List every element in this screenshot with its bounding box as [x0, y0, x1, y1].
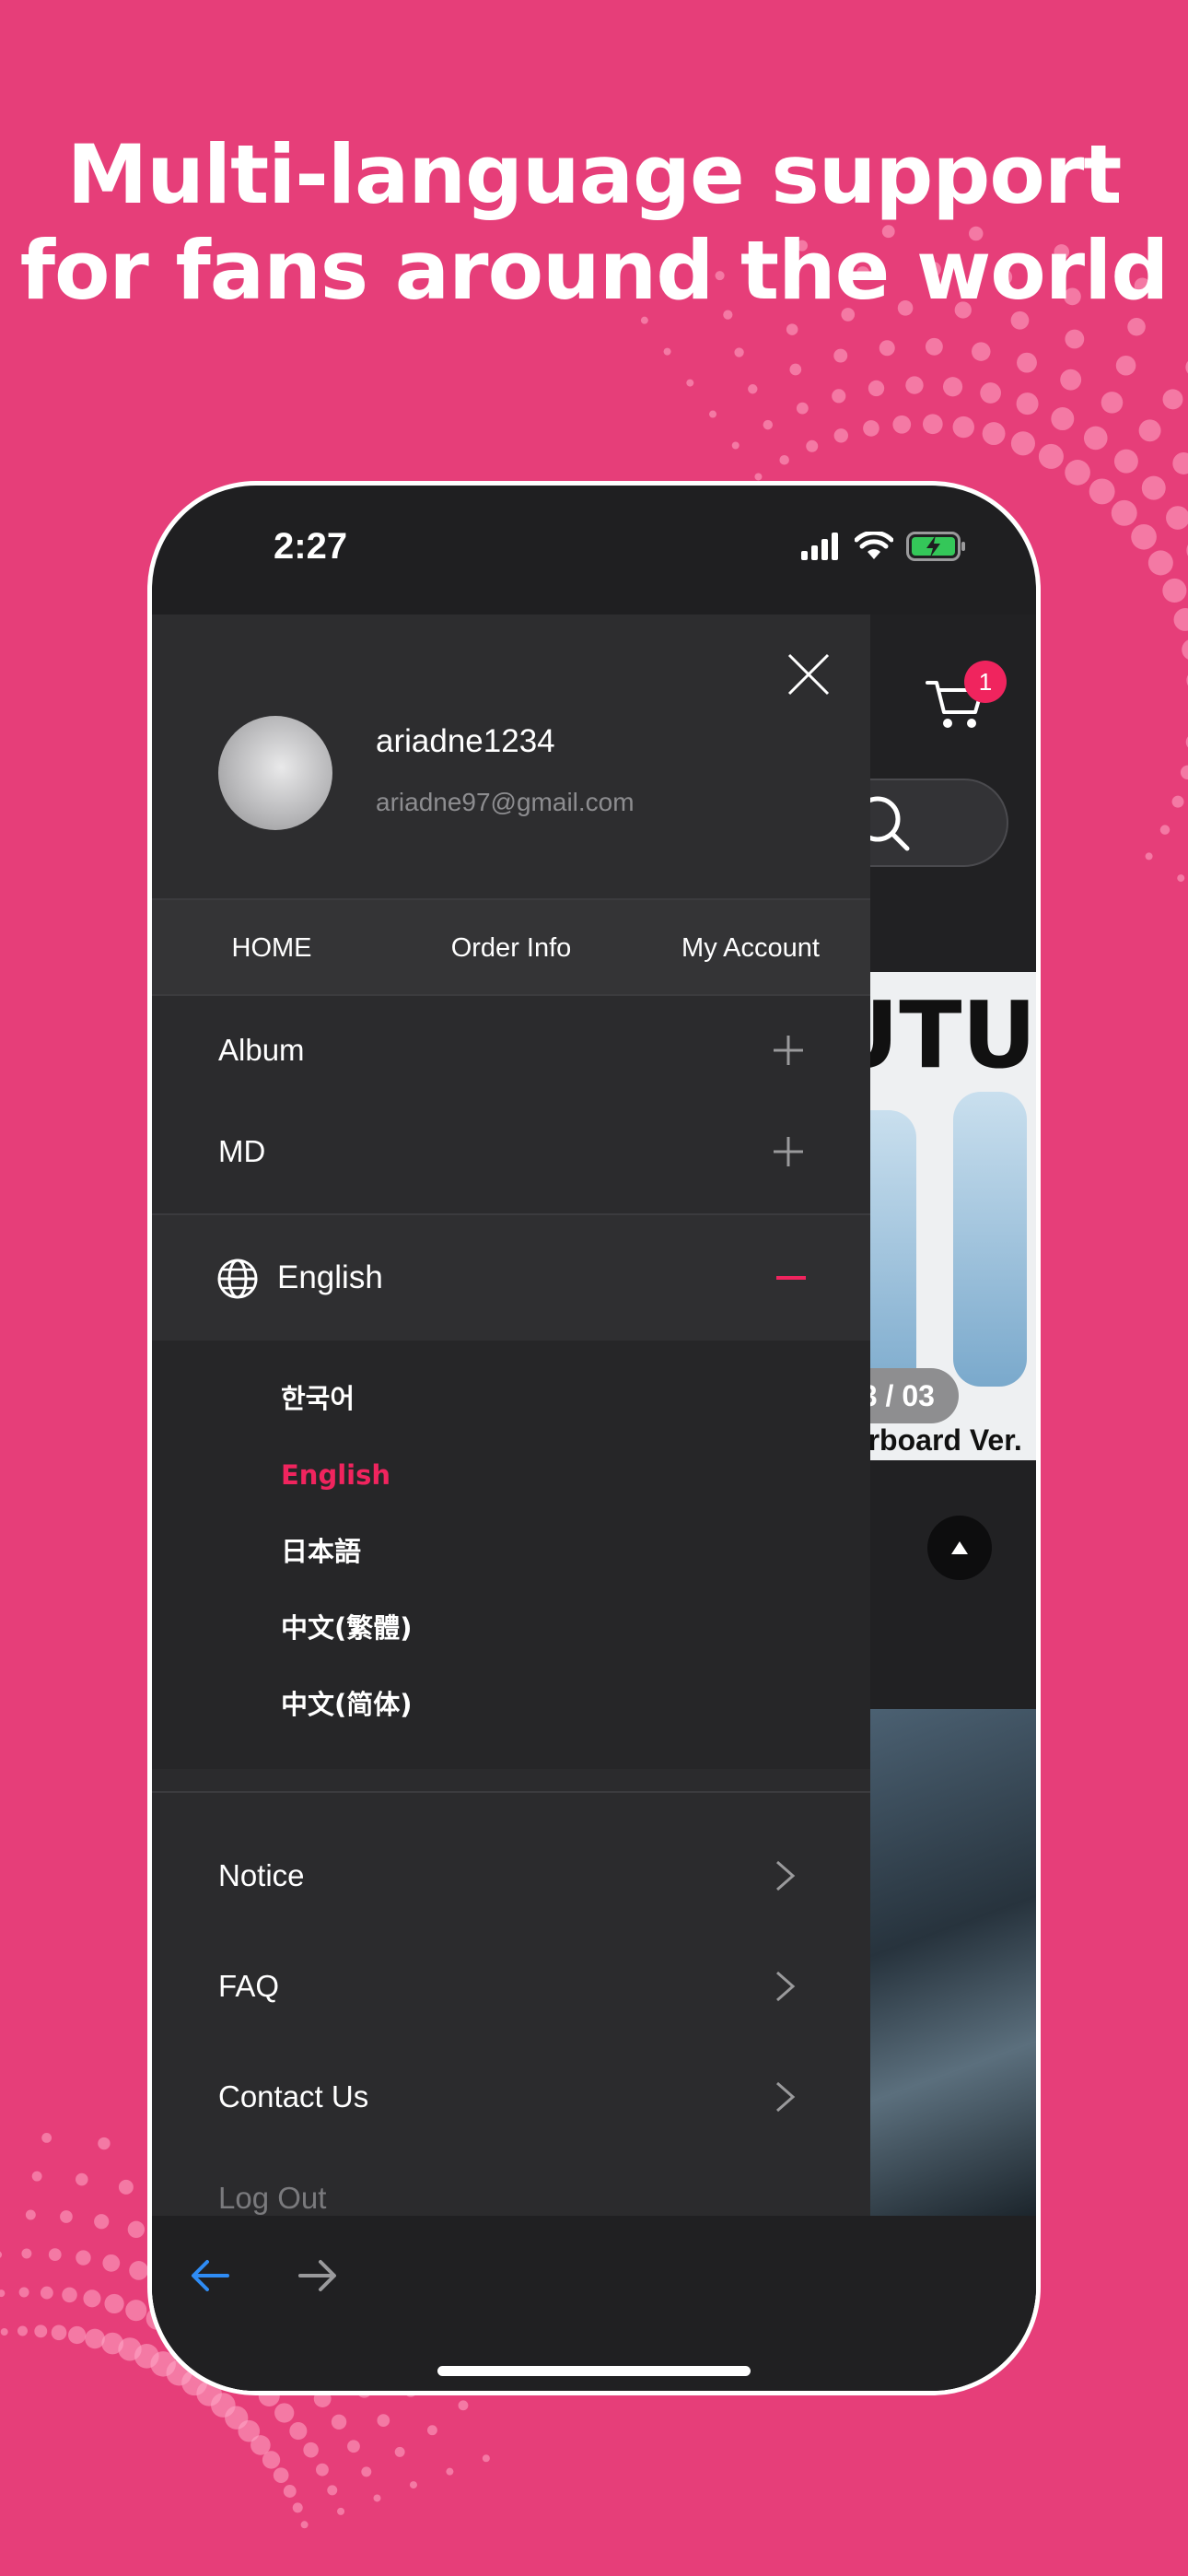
- minus-icon: [776, 1276, 806, 1280]
- signal-icon: [801, 533, 838, 560]
- menu-item-label: MD: [218, 1134, 266, 1168]
- status-bar: 2:27: [152, 486, 1036, 615]
- wifi-icon: [855, 532, 893, 559]
- profile-section: ariadne1234 ariadne97@gmail.com: [152, 615, 870, 900]
- browser-bottom-bar: [152, 2216, 1036, 2391]
- headline: Multi-language support for fans around t…: [0, 127, 1188, 319]
- language-option-english[interactable]: English: [152, 1437, 870, 1514]
- language-option-japanese[interactable]: 日本語: [152, 1514, 870, 1590]
- chevron-right-icon: [776, 1971, 796, 2002]
- user-email: ariadne97@gmail.com: [376, 788, 635, 816]
- headline-line-1: Multi-language support: [66, 127, 1123, 222]
- link-contact-us[interactable]: Contact Us: [152, 2042, 870, 2152]
- username: ariadne1234: [376, 723, 555, 759]
- battery-charging-icon: [906, 532, 965, 561]
- language-option-korean[interactable]: 한국어: [152, 1361, 870, 1437]
- cart-badge: 1: [964, 661, 1007, 703]
- link-faq[interactable]: FAQ: [152, 1931, 870, 2042]
- menu-item-md[interactable]: MD: [152, 1101, 870, 1202]
- arrow-left-icon[interactable]: [187, 2253, 233, 2299]
- menu-item-album[interactable]: Album: [152, 1000, 870, 1101]
- status-time: 2:27: [274, 526, 348, 567]
- chevron-right-icon: [776, 1860, 796, 1891]
- close-icon[interactable]: [784, 650, 833, 699]
- link-label: Contact Us: [218, 2079, 369, 2113]
- plus-icon: [774, 1137, 803, 1166]
- logout-button[interactable]: Log Out: [152, 2152, 870, 2220]
- headline-line-2: for fans around the world: [19, 223, 1170, 318]
- arrow-right-icon[interactable]: [295, 2253, 341, 2299]
- banner-figure: [953, 1092, 1027, 1387]
- language-list: 한국어 English 日本語 中文(繁體) 中文(简体): [152, 1341, 870, 1769]
- quick-nav: HOME Order Info My Account: [152, 900, 870, 996]
- chevron-right-icon: [776, 2081, 796, 2113]
- quick-nav-my-account[interactable]: My Account: [631, 900, 870, 994]
- language-option-traditional-chinese[interactable]: 中文(繁體): [152, 1590, 870, 1667]
- avatar[interactable]: [218, 716, 332, 830]
- plus-icon: [774, 1036, 803, 1065]
- link-label: Notice: [218, 1858, 305, 1892]
- side-drawer: ariadne1234 ariadne97@gmail.com HOME Ord…: [152, 615, 870, 2220]
- globe-icon: [217, 1259, 258, 1299]
- phone-frame: 2:27 1 UTU 03 / 03 verboard Ver. ariadne…: [147, 481, 1041, 2395]
- divider: [152, 1769, 870, 1793]
- language-selector[interactable]: English: [152, 1215, 870, 1341]
- quick-nav-home[interactable]: HOME: [152, 900, 391, 994]
- scroll-top-button[interactable]: [927, 1516, 992, 1580]
- link-notice[interactable]: Notice: [152, 1821, 870, 1931]
- current-language: English: [277, 1259, 383, 1295]
- link-label: FAQ: [218, 1969, 280, 2003]
- language-option-simplified-chinese[interactable]: 中文(简体): [152, 1667, 870, 1743]
- home-indicator: [437, 2366, 751, 2376]
- status-icons: [801, 532, 967, 561]
- menu-item-label: Album: [218, 1033, 305, 1067]
- quick-nav-order-info[interactable]: Order Info: [391, 900, 631, 994]
- triangle-up-icon: [951, 1541, 968, 1554]
